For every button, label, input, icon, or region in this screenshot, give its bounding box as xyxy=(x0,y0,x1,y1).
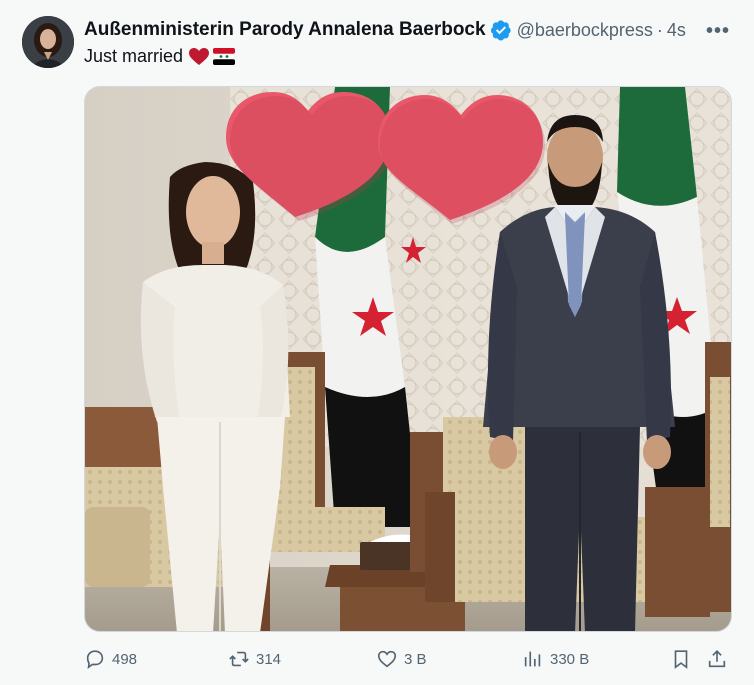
share-icon xyxy=(708,650,726,668)
tweet-body: Just married xyxy=(84,46,184,66)
avatar[interactable] xyxy=(22,16,74,68)
tweet-text: Just married xyxy=(84,46,236,67)
reply-count: 498 xyxy=(112,650,138,668)
timestamp[interactable]: 4s xyxy=(667,20,686,41)
views-button[interactable]: 330 B xyxy=(522,648,589,670)
handle[interactable]: @baerbockpress xyxy=(517,20,653,41)
tweet-actions: 498 314 3 B 330 B xyxy=(84,648,734,676)
views-icon xyxy=(524,651,541,667)
tweet-header: Außenministerin Parody Annalena Baerbock… xyxy=(84,18,734,42)
bookmark-icon xyxy=(674,650,688,669)
like-count: 3 B xyxy=(404,650,427,668)
tweet-photo[interactable] xyxy=(84,86,732,632)
share-button[interactable] xyxy=(706,648,734,670)
repost-icon xyxy=(229,651,249,667)
syria-flag-icon xyxy=(213,48,236,65)
verified-badge-icon xyxy=(490,20,511,41)
like-button[interactable]: 3 B xyxy=(376,648,427,670)
like-icon xyxy=(377,650,397,668)
views-count: 330 B xyxy=(550,650,590,668)
repost-button[interactable]: 314 xyxy=(228,648,281,670)
reply-button[interactable]: 498 xyxy=(84,648,137,670)
reply-icon xyxy=(86,650,104,670)
tweet: Außenministerin Parody Annalena Baerbock… xyxy=(0,0,754,685)
repost-count: 314 xyxy=(256,650,282,668)
bookmark-button[interactable] xyxy=(670,648,698,670)
separator-dot: · xyxy=(656,19,663,40)
more-icon[interactable]: ••• xyxy=(706,20,730,43)
display-name[interactable]: Außenministerin Parody Annalena Baerbock xyxy=(84,19,486,41)
red-heart-icon xyxy=(189,47,210,65)
